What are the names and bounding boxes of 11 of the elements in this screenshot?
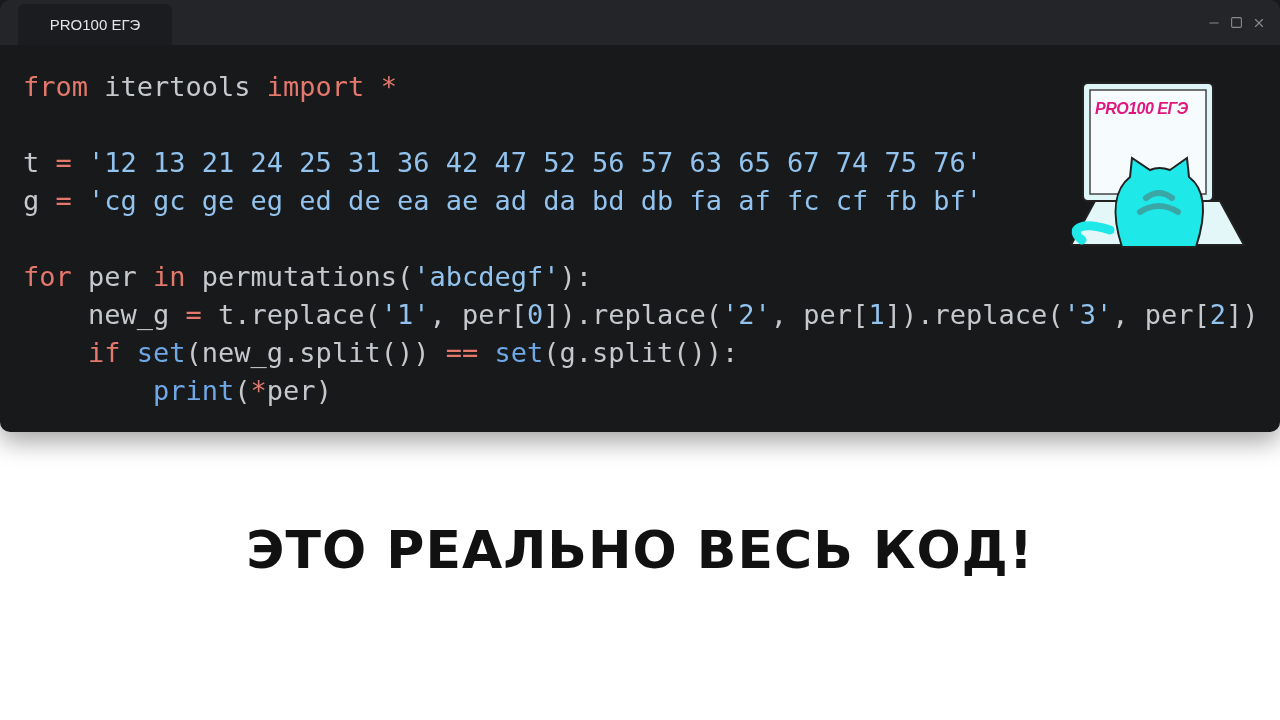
code-line: new_g = t.replace('1', per[0]).replace('2', per[1]).replace('3', per[2]) <box>87 298 1259 332</box>
code-line: if set(new_g.split()) == set(g.split()): <box>87 336 739 370</box>
code-line: from itertools import * <box>23 70 397 104</box>
window-tab[interactable]: PRO100 ЕГЭ <box>18 4 172 45</box>
logo-text: PRO100 ЕГЭ <box>1095 100 1188 118</box>
code-line: g = 'cg gc ge eg ed de ea ae ad da bd db fa af fc cf fb bf' <box>23 184 983 218</box>
code-line: t = '12 13 21 24 25 31 36 42 47 52 56 57 63 65 67 74 75 76' <box>23 146 983 180</box>
caption-text: ЭТО РЕАЛЬНО ВЕСЬ КОД! <box>246 520 1034 580</box>
code-line: print(*per) <box>152 374 332 408</box>
maximize-icon[interactable] <box>1230 15 1243 29</box>
code-line: for per in permutations('abcdegf'): <box>23 260 592 294</box>
